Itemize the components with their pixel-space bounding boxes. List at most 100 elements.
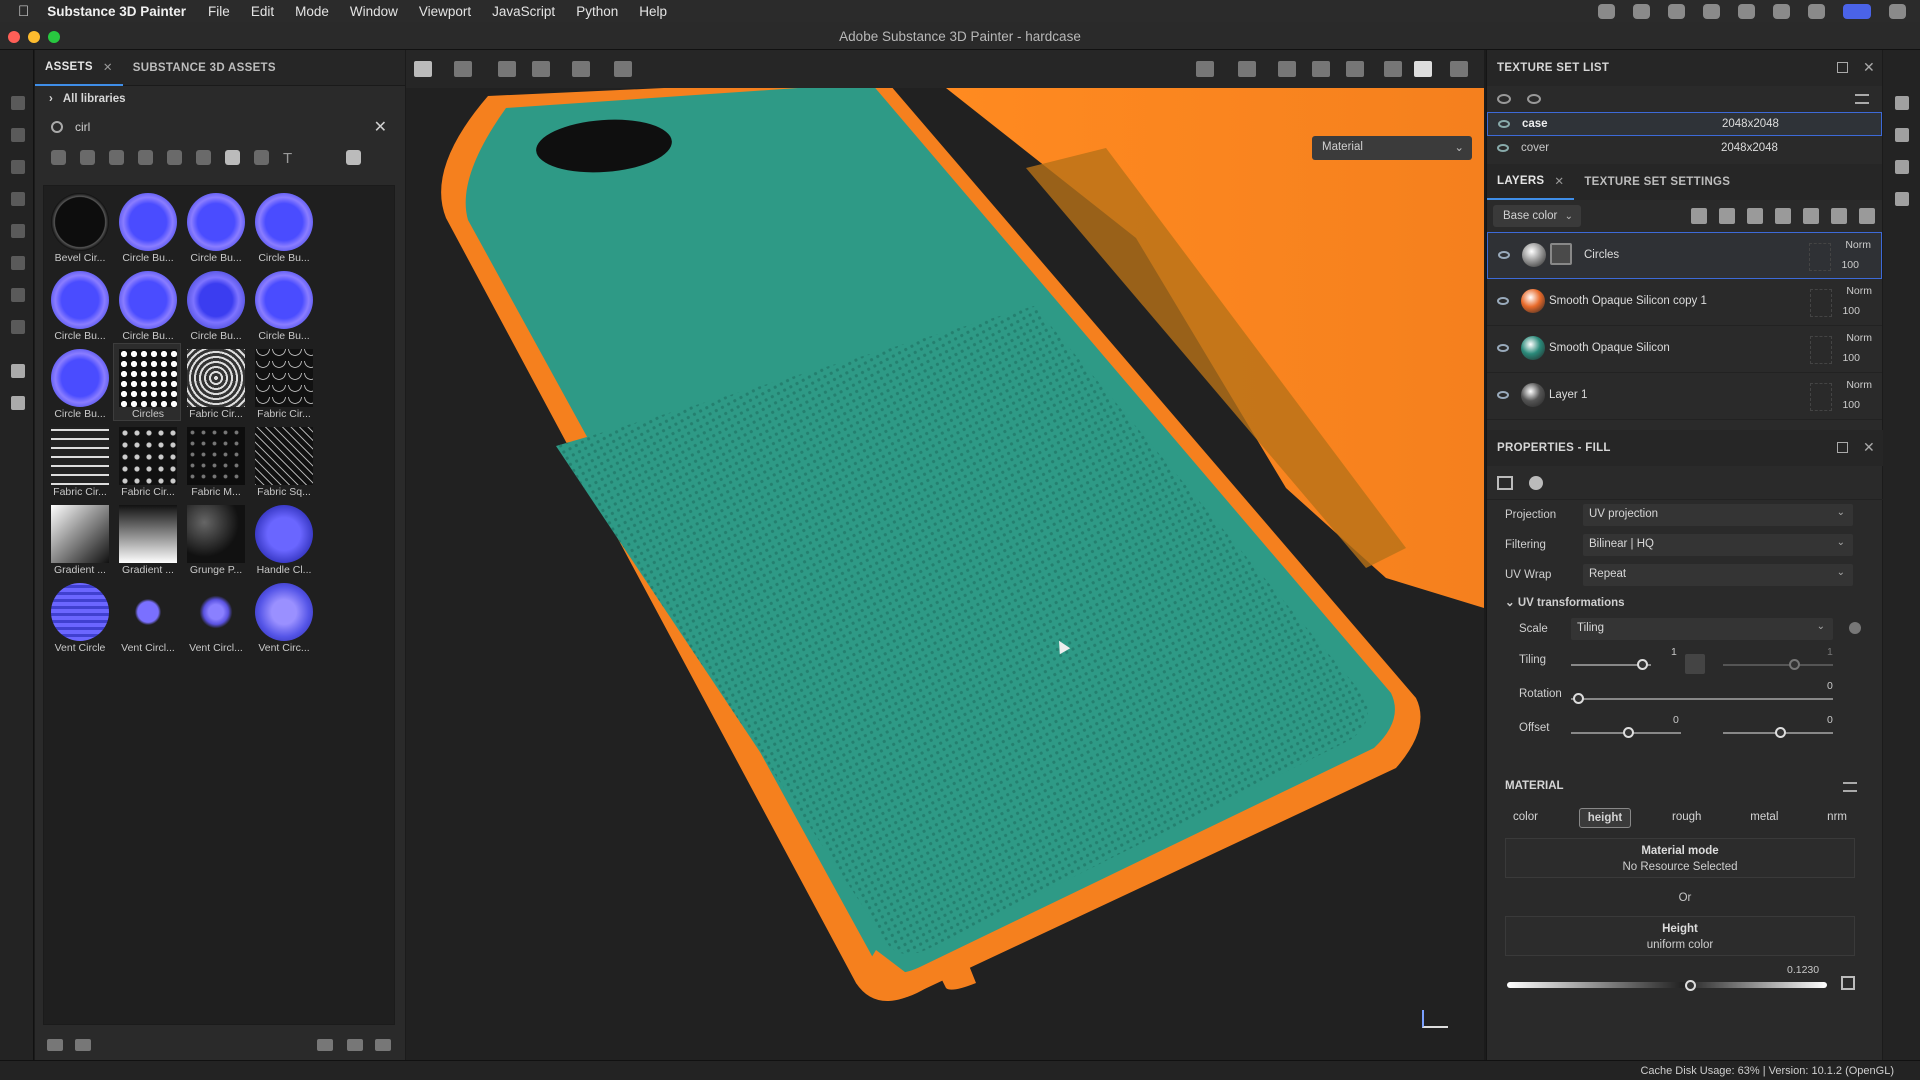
projection-icon[interactable]	[11, 160, 25, 174]
hide-uv-icon[interactable]	[1196, 61, 1214, 77]
add-paint-layer-icon[interactable]	[1747, 208, 1763, 224]
camera-icon[interactable]	[1346, 61, 1364, 77]
grid-view-icon[interactable]	[346, 149, 362, 165]
asset-tile[interactable]: Grunge P...	[182, 500, 248, 576]
tray-icon[interactable]	[1773, 3, 1790, 19]
layer-mask-icon[interactable]	[1550, 243, 1572, 265]
export-icon[interactable]	[11, 364, 25, 378]
refresh-icon[interactable]	[317, 1039, 333, 1051]
app-name[interactable]: Substance 3D Painter	[47, 4, 186, 19]
blend-mode-select[interactable]: Norm	[1846, 285, 1872, 297]
asset-tile[interactable]: Circle Bu...	[46, 266, 112, 342]
display-settings-icon[interactable]	[1895, 96, 1909, 110]
tray-icon[interactable]	[1808, 3, 1825, 19]
history-panel-icon[interactable]	[1895, 160, 1909, 174]
3d-scene[interactable]: Material ⌄	[406, 88, 1484, 1060]
color-picker-icon[interactable]	[1841, 976, 1855, 990]
layer-mask-slot[interactable]	[1809, 243, 1831, 271]
uvwrap-select[interactable]: Repeat ⌄	[1583, 564, 1853, 586]
asset-tile[interactable]: Fabric Cir...	[182, 344, 248, 420]
menu-help[interactable]: Help	[639, 4, 667, 19]
blend-mode-select[interactable]: Norm	[1846, 379, 1872, 391]
clear-search-icon[interactable]: ✕	[374, 117, 387, 137]
maximize-icon[interactable]	[1837, 62, 1848, 73]
search-input[interactable]	[75, 120, 355, 134]
asset-tile[interactable]: Vent Circ...	[250, 578, 316, 654]
tab-substance-3d-assets[interactable]: SUBSTANCE 3D ASSETS	[123, 50, 286, 86]
clone-icon[interactable]	[11, 256, 25, 270]
layer-mask-slot[interactable]	[1810, 383, 1832, 411]
filter-materials-icon[interactable]	[51, 149, 66, 165]
viewport[interactable]: Material ⌄	[406, 50, 1484, 1060]
texture-set-row[interactable]: case 2048x2048	[1487, 112, 1882, 136]
view-mode-icon[interactable]	[1278, 61, 1296, 77]
offset-slider[interactable]	[1623, 727, 1634, 738]
apple-icon[interactable]: 	[18, 3, 29, 20]
menu-file[interactable]: File	[208, 4, 230, 19]
layer-row[interactable]: Circles Norm 100	[1487, 232, 1882, 279]
add-mask-icon[interactable]	[1803, 208, 1819, 224]
channel-nrm-button[interactable]: nrm	[1819, 808, 1855, 828]
eye-icon[interactable]	[1498, 120, 1510, 128]
eye-icon[interactable]	[1497, 344, 1509, 352]
layer-row[interactable]: Smooth Opaque Silicon Norm 100	[1487, 326, 1882, 373]
delete-icon[interactable]	[1859, 208, 1875, 224]
layer-row[interactable]: Layer 1 Norm 100	[1487, 373, 1882, 420]
asset-tile[interactable]: Circle Bu...	[46, 344, 112, 420]
rotation-slider[interactable]	[1573, 693, 1584, 704]
folder-icon[interactable]	[347, 1039, 363, 1051]
tray-icon[interactable]	[1668, 3, 1685, 19]
offset-slider-2[interactable]	[1775, 727, 1786, 738]
asset-tile[interactable]: Gradient ...	[46, 500, 112, 576]
list-view-icon[interactable]	[47, 1039, 63, 1051]
channel-color-button[interactable]: color	[1505, 808, 1546, 828]
geometry-fill-icon[interactable]	[11, 192, 25, 206]
projection-select[interactable]: UV projection ⌄	[1583, 504, 1853, 526]
asset-tile[interactable]: Vent Circl...	[182, 578, 248, 654]
paint-brush-icon[interactable]	[11, 96, 25, 110]
filter-list-icon[interactable]	[75, 1039, 91, 1051]
asset-tile[interactable]: Fabric M...	[182, 422, 248, 498]
channel-select[interactable]: Base color ⌄	[1493, 205, 1581, 227]
polygon-fill-icon[interactable]	[11, 320, 25, 334]
tab-assets[interactable]: ASSETS ✕	[35, 50, 123, 86]
menu-window[interactable]: Window	[350, 4, 398, 19]
screenshot-icon[interactable]	[1450, 61, 1468, 77]
library-breadcrumb[interactable]: › All libraries	[35, 86, 405, 112]
fill-settings-icon[interactable]	[1497, 476, 1513, 490]
history-icon[interactable]	[614, 61, 632, 77]
tray-icon[interactable]	[1738, 3, 1755, 19]
texture-set-row[interactable]: cover 2048x2048	[1487, 136, 1882, 160]
material-menu-icon[interactable]	[1843, 782, 1857, 792]
menu-edit[interactable]: Edit	[251, 4, 274, 19]
asset-tile[interactable]: Circle Bu...	[114, 266, 180, 342]
asset-tile[interactable]: Circle Bu...	[114, 188, 180, 264]
tray-icon[interactable]	[1703, 3, 1720, 19]
tray-icon[interactable]	[1598, 3, 1615, 19]
tiling-slider[interactable]	[1637, 659, 1648, 670]
asset-tile[interactable]: Circle Bu...	[182, 188, 248, 264]
lock-icon[interactable]	[1685, 654, 1705, 674]
tray-icon[interactable]	[1633, 3, 1650, 19]
material-sphere-icon[interactable]	[1529, 476, 1543, 490]
opacity-value[interactable]: 100	[1842, 399, 1860, 411]
filtering-select[interactable]: Bilinear | HQ ⌄	[1583, 534, 1853, 556]
filter-text-icon[interactable]: T	[283, 150, 292, 167]
log-icon[interactable]	[1895, 192, 1909, 206]
info-icon[interactable]	[1849, 622, 1861, 634]
add-effect-icon[interactable]	[1719, 208, 1735, 224]
close-icon[interactable]: ✕	[1554, 174, 1564, 188]
layer-row[interactable]: Smooth Opaque Silicon copy 1 Norm 100	[1487, 279, 1882, 326]
material-mode-slot[interactable]: Material mode No Resource Selected	[1505, 838, 1855, 878]
eye-icon[interactable]	[1497, 391, 1509, 399]
eye-icon[interactable]	[1497, 297, 1509, 305]
filter-alphas-icon[interactable]	[196, 149, 211, 165]
filter-brushes-icon[interactable]	[167, 149, 182, 165]
eye-icon[interactable]	[1497, 144, 1509, 152]
asset-tile[interactable]: Vent Circle	[46, 578, 112, 654]
asset-tile[interactable]: Fabric Cir...	[46, 422, 112, 498]
asset-tile[interactable]: Circle Bu...	[250, 266, 316, 342]
scale-select[interactable]: Tiling ⌄	[1571, 618, 1833, 640]
menu-mode[interactable]: Mode	[295, 4, 329, 19]
filter-smart-materials-icon[interactable]	[80, 149, 95, 165]
